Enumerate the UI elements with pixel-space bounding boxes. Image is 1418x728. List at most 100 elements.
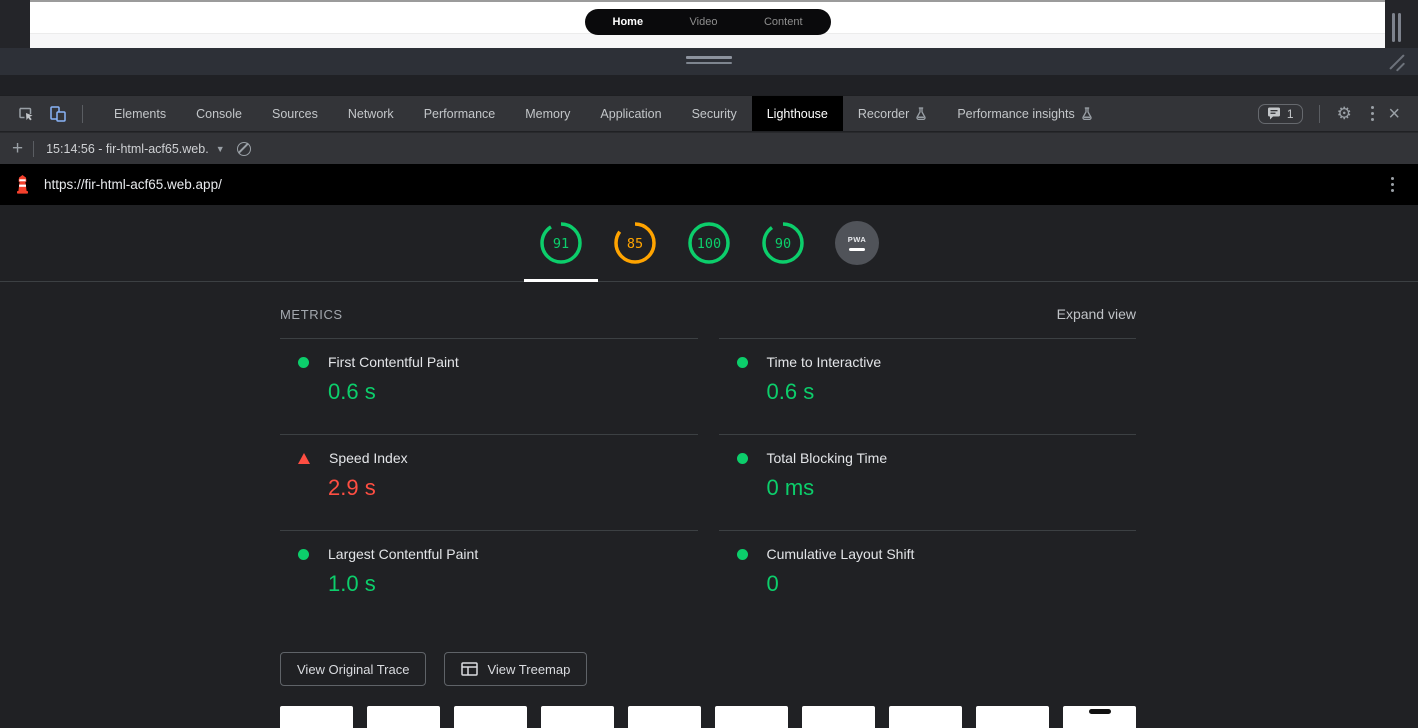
devtools-menu-icon[interactable] <box>1361 102 1385 126</box>
score-ring: 91 <box>539 221 583 265</box>
report-options-icon[interactable] <box>1381 173 1405 197</box>
metric-first-contentful-paint: First Contentful Paint 0.6 s <box>280 338 698 434</box>
view-original-trace-button[interactable]: View Original Trace <box>280 652 426 686</box>
tab-console[interactable]: Console <box>181 96 257 131</box>
score-gauge-91[interactable]: 91 <box>524 205 598 281</box>
metric-value: 1.0 s <box>328 571 698 597</box>
metric-pass-dot-icon <box>298 549 309 560</box>
tab-recorder[interactable]: Recorder <box>843 96 942 131</box>
tab-sources[interactable]: Sources <box>257 96 333 131</box>
filmstrip-thumbnail <box>280 706 353 728</box>
tab-network[interactable]: Network <box>333 96 409 131</box>
report-buttons-row: View Original Trace View Treemap <box>280 652 1136 686</box>
viewport-resize-handle-right[interactable] <box>1392 13 1401 42</box>
pwa-circle: PWA <box>835 221 879 265</box>
button-label: View Treemap <box>487 662 570 677</box>
filmstrip-thumbnail <box>1063 706 1136 728</box>
page-nav-content[interactable]: Content <box>764 16 803 28</box>
treemap-icon <box>461 662 478 676</box>
tab-security[interactable]: Security <box>677 96 752 131</box>
tab-performance-insights[interactable]: Performance insights <box>942 96 1107 131</box>
expand-view-button[interactable]: Expand view <box>1057 306 1136 322</box>
issues-counter-button[interactable]: 1 <box>1258 104 1303 124</box>
filmstrip-thumbnail <box>454 706 527 728</box>
metric-pass-dot-icon <box>298 357 309 368</box>
metric-cumulative-layout-shift: Cumulative Layout Shift0 <box>719 530 1137 626</box>
score-ring: 100 <box>687 221 731 265</box>
page-nav-pill: Home Video Content <box>585 9 831 35</box>
pwa-label: PWA <box>848 235 867 244</box>
devtools-tab-bar: ElementsConsoleSourcesNetworkPerformance… <box>99 96 1108 131</box>
metric-time-to-interactive: Time to Interactive 0.6 s <box>719 338 1137 434</box>
metric-fail-triangle-icon <box>298 453 310 464</box>
page-nav-home[interactable]: Home <box>613 16 644 28</box>
metric-label: Time to Interactive <box>767 354 882 370</box>
experiment-flask-icon <box>1081 107 1093 120</box>
close-devtools-icon[interactable]: × <box>1388 104 1400 124</box>
devtools-drag-handle[interactable] <box>686 56 732 67</box>
filmstrip-thumbnail <box>367 706 440 728</box>
screenshot-filmstrip <box>280 706 1136 728</box>
button-label: View Original Trace <box>297 662 409 677</box>
filmstrip-thumbnail <box>715 706 788 728</box>
view-treemap-button[interactable]: View Treemap <box>444 652 587 686</box>
metrics-grid: First Contentful Paint0.6 sTime to Inter… <box>280 338 1136 626</box>
page-viewport: Home Video Content <box>30 0 1385 48</box>
experiment-flask-icon <box>915 107 927 120</box>
tab-elements[interactable]: Elements <box>99 96 181 131</box>
issues-count: 1 <box>1287 107 1294 121</box>
metric-value: 0.6 s <box>328 379 698 405</box>
pwa-dash-icon <box>849 248 865 252</box>
pwa-badge[interactable]: PWA <box>820 205 894 281</box>
svg-text:90: 90 <box>775 236 791 252</box>
thumbnail-nav-pill <box>1089 709 1111 714</box>
tab-memory[interactable]: Memory <box>510 96 585 131</box>
score-gauge-90[interactable]: 90 <box>746 205 820 281</box>
metric-label: Total Blocking Time <box>767 450 888 466</box>
metrics-section-title: METRICS <box>280 307 343 322</box>
metric-label: Speed Index <box>329 450 408 466</box>
svg-text:91: 91 <box>553 236 569 252</box>
tab-performance[interactable]: Performance <box>409 96 511 131</box>
metric-pass-dot-icon <box>737 549 748 560</box>
tab-application[interactable]: Application <box>585 96 676 131</box>
filmstrip-thumbnail <box>889 706 962 728</box>
toolbar-right-controls: 1 ⚙ × <box>1258 102 1418 126</box>
page-body-area <box>30 33 1385 48</box>
metrics-header: METRICS Expand view <box>280 282 1136 338</box>
devtools-toolbar: ElementsConsoleSourcesNetworkPerformance… <box>0 95 1418 131</box>
metric-label: Largest Contentful Paint <box>328 546 478 562</box>
settings-gear-icon[interactable]: ⚙ <box>1337 104 1352 124</box>
filmstrip-thumbnail <box>628 706 701 728</box>
history-separator <box>33 141 34 157</box>
metric-total-blocking-time: Total Blocking Time 0 ms <box>719 434 1137 530</box>
clear-reports-icon[interactable] <box>237 142 251 156</box>
score-gauge-100[interactable]: 100 <box>672 205 746 281</box>
category-gauge-row: 91 85 100 90 PWA <box>0 205 1418 282</box>
filmstrip-thumbnail <box>976 706 1049 728</box>
inspect-element-icon[interactable] <box>16 104 36 124</box>
toolbar-separator <box>1319 105 1320 123</box>
report-history-dropdown[interactable]: 15:14:56 - fir-html-acf65.web. <box>46 142 209 156</box>
toggle-device-toolbar-icon[interactable] <box>48 104 68 124</box>
page-nav-video[interactable]: Video <box>690 16 718 28</box>
metric-speed-index: Speed Index 2.9 s <box>280 434 698 530</box>
toolbar-separator <box>82 105 83 123</box>
dropdown-arrow-icon[interactable]: ▼ <box>216 144 225 154</box>
lighthouse-report: METRICS Expand view First Contentful Pai… <box>280 282 1136 728</box>
metric-label: First Contentful Paint <box>328 354 459 370</box>
viewport-resize-handle-corner[interactable] <box>1386 52 1412 74</box>
score-gauge-85[interactable]: 85 <box>598 205 672 281</box>
emulation-background-lower <box>0 75 1418 95</box>
metric-pass-dot-icon <box>737 453 748 464</box>
metric-value: 2.9 s <box>328 475 698 501</box>
metric-value: 0 ms <box>767 475 1137 501</box>
tab-lighthouse[interactable]: Lighthouse <box>752 96 843 131</box>
lighthouse-history-bar: + 15:14:56 - fir-html-acf65.web. ▼ <box>0 132 1418 164</box>
message-bubble-icon <box>1267 107 1282 120</box>
new-report-button[interactable]: + <box>12 139 23 158</box>
metric-value: 0.6 s <box>767 379 1137 405</box>
report-url-bar: https://fir-html-acf65.web.app/ <box>0 164 1418 205</box>
filmstrip-thumbnail <box>541 706 614 728</box>
metric-value: 0 <box>767 571 1137 597</box>
